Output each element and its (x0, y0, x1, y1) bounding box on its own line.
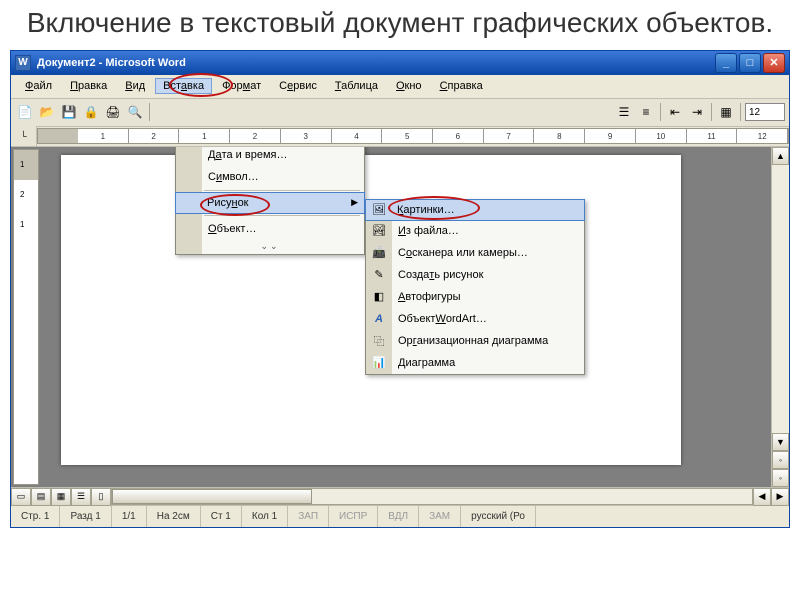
permission-icon[interactable]: 🔒 (81, 102, 101, 122)
print-icon[interactable]: 🖨 (103, 102, 123, 122)
titlebar: W Документ2 - Microsoft Word _ □ ✕ (11, 51, 789, 75)
menu-edit[interactable]: Правка (62, 78, 115, 94)
menu-table[interactable]: Таблица (327, 78, 386, 94)
new-icon[interactable]: 📄 (15, 102, 35, 122)
menu-tools[interactable]: Сервис (271, 78, 325, 94)
status-ext: ВДЛ (378, 506, 419, 527)
save-icon[interactable]: 💾 (59, 102, 79, 122)
menu-item-picture[interactable]: Рисунок▶ (175, 192, 365, 214)
menu-item-chart[interactable]: 📊Диаграмма (366, 352, 584, 374)
numbering-icon[interactable]: ≡ (636, 102, 656, 122)
horizontal-scrollbar-row: ▭ ▤ ▦ ☰ ▯ ◀ ▶ (11, 487, 789, 505)
border-icon[interactable]: ▦ (716, 102, 736, 122)
open-icon[interactable]: 📂 (37, 102, 57, 122)
menu-insert[interactable]: Вставка (155, 78, 212, 94)
vertical-scrollbar[interactable]: ▲ ▼ ◦ ◦ (771, 147, 789, 487)
status-ovr: ЗАМ (419, 506, 461, 527)
toolbar: 📄 📂 💾 🔒 🖨 🔍 ☰ ≡ ⇤ ⇥ ▦ 12 (11, 99, 789, 127)
clipart-icon: 🖼 (370, 201, 388, 219)
status-rec: ЗАП (288, 506, 329, 527)
menu-item-date-time[interactable]: Дата и время… (176, 147, 364, 166)
horizontal-scrollbar[interactable] (111, 488, 753, 505)
menu-item-clipart[interactable]: 🖼Картинки… (365, 199, 585, 221)
document-area[interactable]: Разрыв… Номера страниц… Дата и время… Си… (41, 147, 771, 487)
view-print-icon[interactable]: ▦ (51, 488, 71, 506)
horizontal-scroll-thumb[interactable] (112, 489, 312, 504)
menu-file[interactable]: Файл (17, 78, 60, 94)
status-section: Разд 1 (60, 506, 111, 527)
statusbar: Стр. 1 Разд 1 1/1 На 2см Ст 1 Кол 1 ЗАП … (11, 505, 789, 527)
status-line: Ст 1 (201, 506, 242, 527)
menu-item-object[interactable]: Объект… (176, 218, 364, 240)
view-normal-icon[interactable]: ▭ (11, 488, 31, 506)
view-web-icon[interactable]: ▤ (31, 488, 51, 506)
bullets-icon[interactable]: ☰ (614, 102, 634, 122)
minimize-button[interactable]: _ (715, 53, 737, 73)
scroll-down-icon[interactable]: ▼ (772, 433, 789, 451)
view-outline-icon[interactable]: ☰ (71, 488, 91, 506)
maximize-button[interactable]: □ (739, 53, 761, 73)
menu-item-org-chart[interactable]: ⿻Организационная диаграмма (366, 330, 584, 352)
status-pages: 1/1 (112, 506, 147, 527)
menu-format[interactable]: Формат (214, 78, 269, 94)
scroll-up-icon[interactable]: ▲ (772, 147, 789, 165)
chart-icon: 📊 (370, 354, 388, 372)
menu-window[interactable]: Окно (388, 78, 430, 94)
font-size-box[interactable]: 12 (745, 103, 785, 121)
menubar: Файл Правка Вид Вставка Формат Сервис Та… (11, 75, 789, 99)
word-window: W Документ2 - Microsoft Word _ □ ✕ Файл … (10, 50, 790, 528)
menu-item-from-file[interactable]: 🏞Из файла… (366, 220, 584, 242)
status-trk: ИСПР (329, 506, 378, 527)
insert-menu-dropdown: Разрыв… Номера страниц… Дата и время… Си… (175, 147, 365, 255)
status-at: На 2см (147, 506, 201, 527)
outdent-icon[interactable]: ⇤ (665, 102, 685, 122)
work-area: 1 2 1 Разрыв… Номера страниц… Дата и вре… (11, 147, 789, 487)
scroll-left-icon[interactable]: ◀ (753, 488, 771, 506)
close-button[interactable]: ✕ (763, 53, 785, 73)
drawing-icon: ✎ (370, 266, 388, 284)
status-col: Кол 1 (242, 506, 288, 527)
ruler-corner: └ (11, 126, 37, 146)
menu-item-autoshapes[interactable]: ◧Автофигуры (366, 286, 584, 308)
browse-next-icon[interactable]: ◦ (772, 469, 789, 487)
wordart-icon: A (370, 310, 388, 328)
vertical-ruler[interactable]: 1 2 1 (13, 149, 39, 485)
submenu-arrow-icon: ▶ (351, 197, 358, 208)
view-reading-icon[interactable]: ▯ (91, 488, 111, 506)
scanner-icon: 📠 (370, 244, 388, 262)
ruler-row: └ 12 12 34 56 78 910 1112 (11, 127, 789, 147)
word-icon: W (15, 55, 31, 71)
window-title: Документ2 - Microsoft Word (37, 57, 715, 69)
picture-submenu-dropdown: 🖼Картинки… 🏞Из файла… 📠Со сканера или ка… (365, 199, 585, 375)
horizontal-ruler[interactable]: 12 12 34 56 78 910 1112 (37, 128, 789, 144)
scroll-right-icon[interactable]: ▶ (771, 488, 789, 506)
from-file-icon: 🏞 (370, 222, 388, 240)
preview-icon[interactable]: 🔍 (125, 102, 145, 122)
slide-title: Включение в текстовый документ графическ… (0, 0, 800, 50)
menu-view[interactable]: Вид (117, 78, 153, 94)
autoshapes-icon: ◧ (370, 288, 388, 306)
browse-prev-icon[interactable]: ◦ (772, 451, 789, 469)
menu-help[interactable]: Справка (432, 78, 491, 94)
org-chart-icon: ⿻ (370, 332, 388, 350)
status-lang: русский (Ро (461, 506, 536, 527)
menu-expand-chevron[interactable]: ⌄⌄ (176, 240, 364, 254)
menu-item-from-scanner[interactable]: 📠Со сканера или камеры… (366, 242, 584, 264)
status-page: Стр. 1 (11, 506, 60, 527)
menu-item-new-drawing[interactable]: ✎Создать рисунок (366, 264, 584, 286)
menu-item-wordart[interactable]: AОбъект WordArt… (366, 308, 584, 330)
indent-icon[interactable]: ⇥ (687, 102, 707, 122)
menu-item-symbol[interactable]: Символ… (176, 166, 364, 188)
